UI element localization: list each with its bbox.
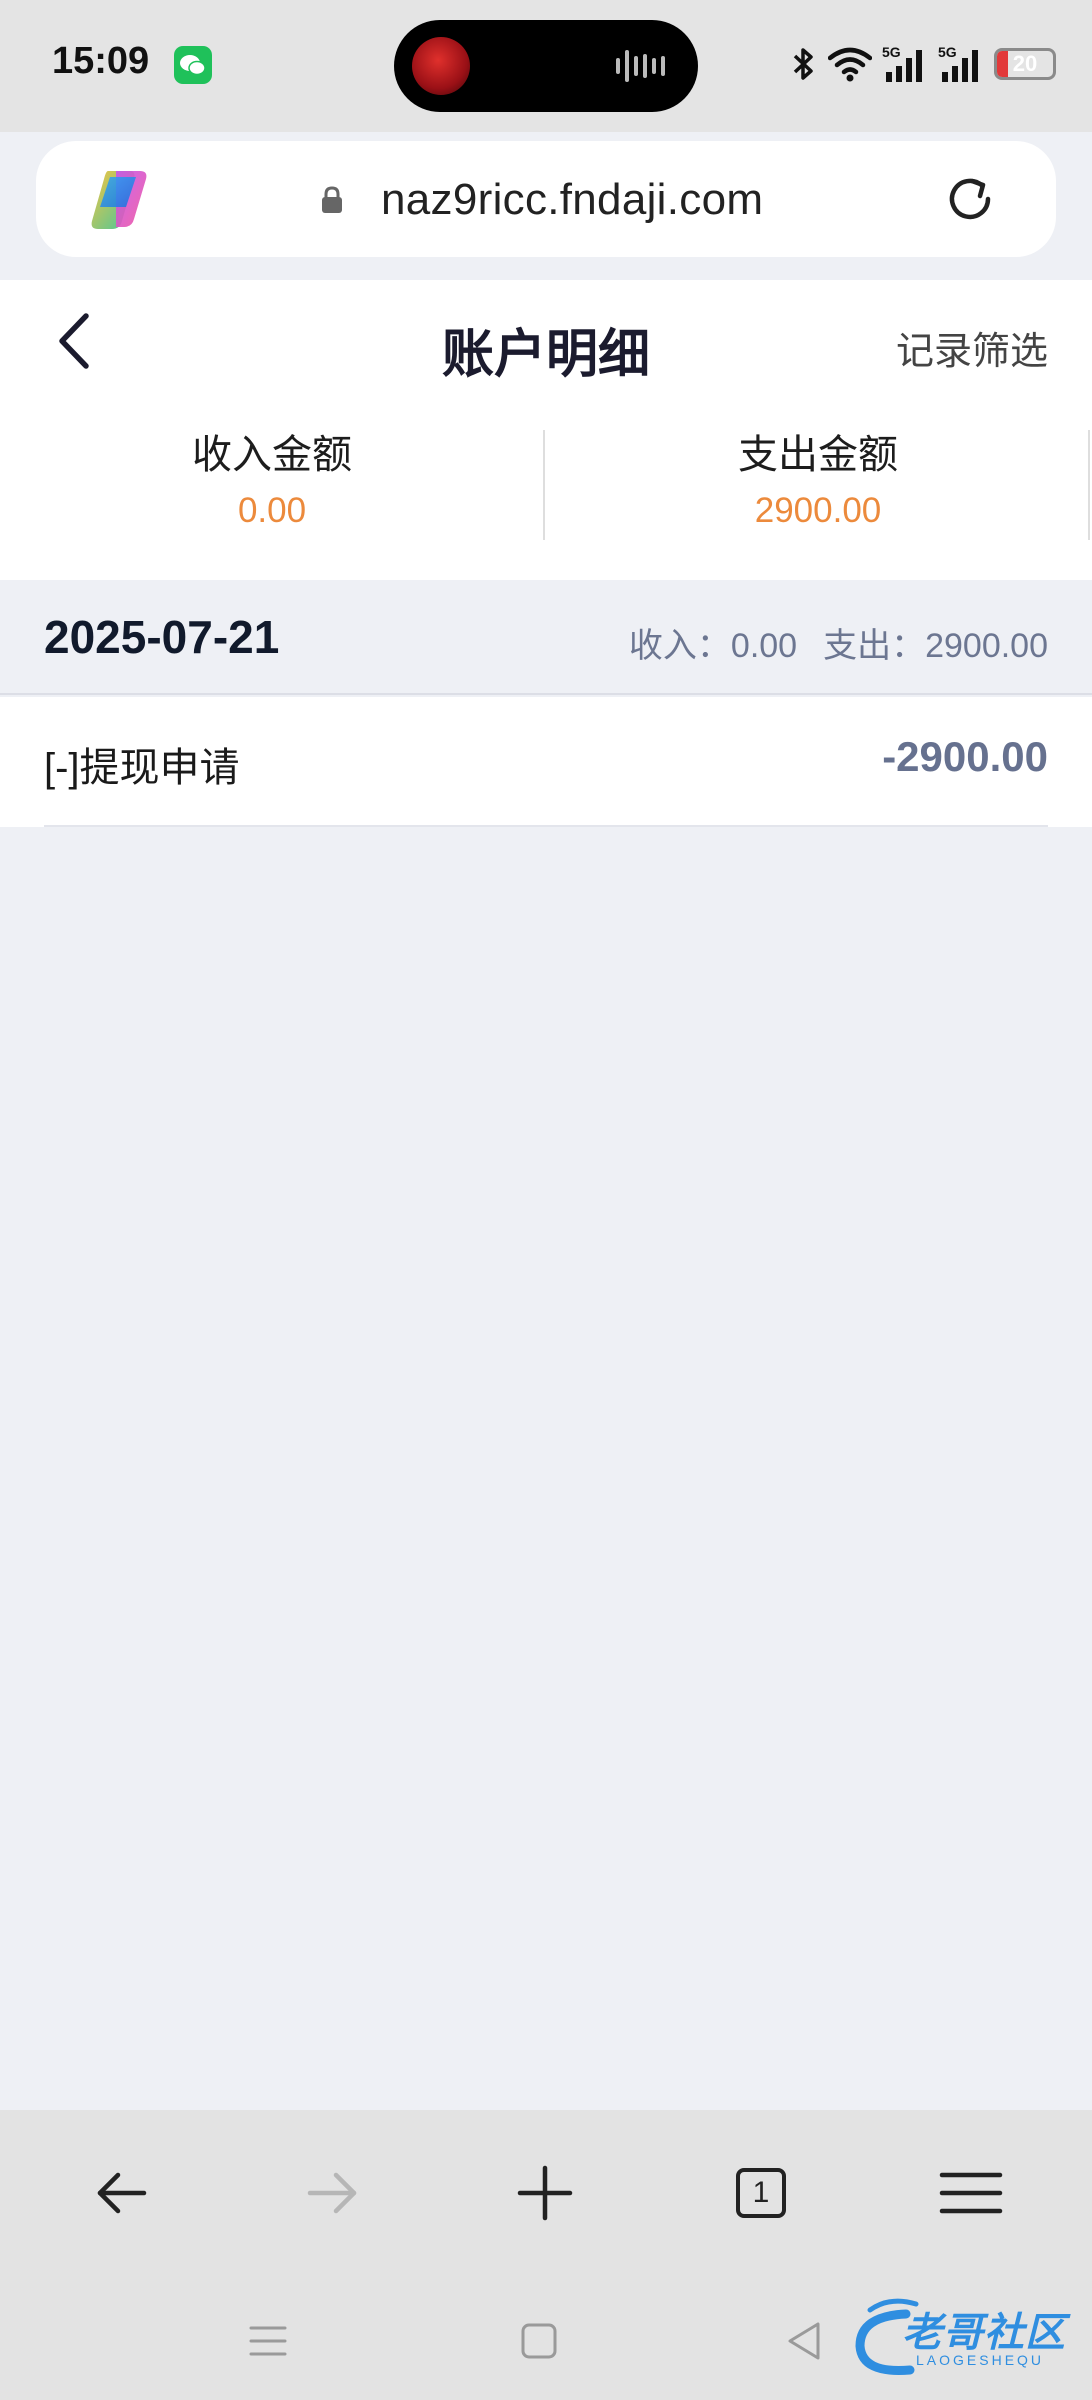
watermark-text: 老哥社区: [902, 2311, 1066, 2355]
expense-label: 支出金额: [738, 433, 898, 477]
back-icon[interactable]: [86, 2158, 156, 2228]
forward-icon[interactable]: [298, 2158, 368, 2228]
copilot-logo-icon[interactable]: [86, 167, 156, 233]
income-value: 0.00: [237, 491, 307, 530]
watermark-subtext: LAOGESHEQU: [916, 2352, 1045, 2368]
tabs-button[interactable]: 1: [722, 2158, 792, 2228]
address-bar[interactable]: naz9ricc.fndaji.com: [36, 141, 1056, 257]
status-icons: 5G 5G 20: [790, 42, 1056, 86]
wifi-icon: [828, 47, 872, 82]
group-date: 2025-07-21: [44, 611, 280, 663]
page-header: 账户明细 记录筛选: [0, 280, 1092, 405]
lock-icon: [322, 186, 342, 213]
new-tab-icon[interactable]: [510, 2158, 580, 2228]
system-back-icon[interactable]: [780, 2316, 830, 2366]
wechat-notification-icon: [174, 46, 212, 84]
record-title: [-]提现申请: [44, 746, 240, 790]
group-expense: 支出：2900.00: [823, 627, 1048, 665]
status-bar: 15:09 5G 5G 20: [0, 0, 1092, 132]
media-thumbnail-icon: [412, 37, 470, 95]
record-amount: -2900.00: [882, 733, 1048, 780]
balance-summary: 收入金额 0.00 支出金额 2900.00: [0, 405, 1092, 580]
battery-icon: 20: [994, 48, 1056, 80]
summary-divider: [543, 430, 545, 540]
system-navigation-bar: 老哥社区 LAOGESHEQU: [0, 2276, 1092, 2400]
group-income: 收入：0.00: [628, 627, 798, 665]
divider: [44, 825, 1048, 827]
svg-text:5G: 5G: [882, 44, 901, 60]
battery-level: 20: [1012, 51, 1038, 76]
income-label: 收入金额: [192, 433, 352, 477]
cellular-signal-icon: 5G: [882, 44, 922, 82]
tab-count: 1: [736, 2168, 786, 2218]
audio-wave-icon: [616, 50, 665, 82]
home-icon[interactable]: [514, 2316, 564, 2366]
recent-apps-icon[interactable]: [243, 2316, 293, 2366]
cellular-signal-2-icon: 5G: [938, 44, 978, 82]
dynamic-island[interactable]: [394, 20, 698, 112]
status-time: 15:09: [52, 40, 150, 82]
svg-text:5G: 5G: [938, 44, 957, 60]
expense-summary: 支出金额 2900.00: [546, 425, 1090, 531]
reload-icon[interactable]: [940, 169, 1000, 229]
date-group-header: 2025-07-21 收入：0.00 支出：2900.00: [0, 580, 1092, 695]
list-item[interactable]: [-]提现申请 -2900.00: [0, 697, 1092, 827]
browser-toolbar: 1: [0, 2110, 1092, 2276]
bluetooth-icon: [793, 48, 813, 80]
expense-value: 2900.00: [754, 491, 882, 530]
income-summary: 收入金额 0.00: [0, 425, 544, 531]
menu-icon[interactable]: [936, 2158, 1006, 2228]
summary-divider-right: [1088, 430, 1090, 540]
watermark-logo: 老哥社区 LAOGESHEQU: [850, 2294, 1082, 2380]
url-text[interactable]: naz9ricc.fndaji.com: [381, 175, 763, 225]
record-filter-button[interactable]: 记录筛选: [896, 320, 1048, 375]
group-stats: 收入：0.00 支出：2900.00: [629, 618, 1048, 667]
